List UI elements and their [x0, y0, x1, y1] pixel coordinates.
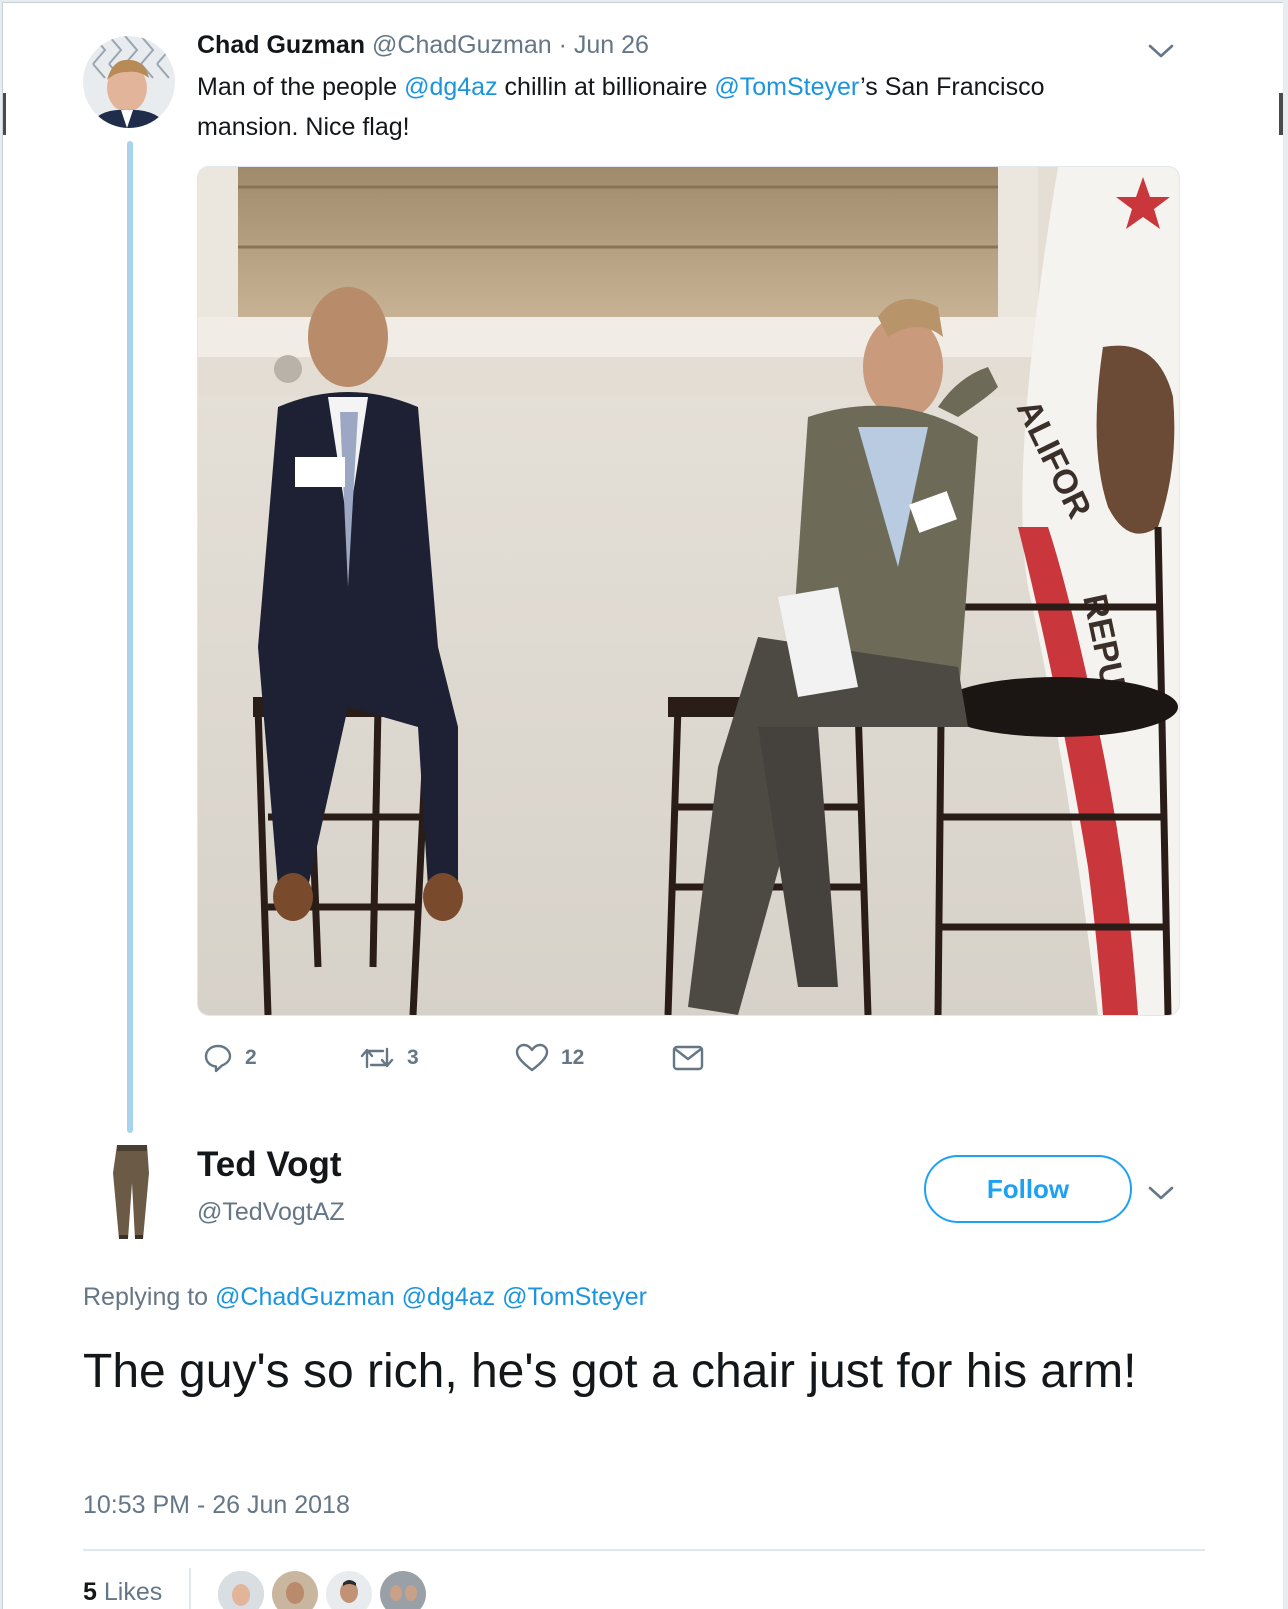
replying-mention-dg4az[interactable]: @dg4az: [402, 1283, 496, 1311]
tweet-text-part: ’s San Francisco: [860, 73, 1045, 101]
tweet-photo[interactable]: ALIFOR REPU: [197, 166, 1180, 1016]
chad-avatar[interactable]: [83, 36, 175, 128]
reply-count: 2: [245, 1046, 257, 1069]
reply-timestamp[interactable]: 10:53 PM - 26 Jun 2018: [83, 1491, 350, 1520]
like-count: 12: [561, 1046, 585, 1069]
like-icon: [515, 1043, 549, 1072]
follow-button[interactable]: Follow: [924, 1155, 1132, 1223]
direct-message-action[interactable]: [671, 1043, 705, 1073]
tweet-text: Man of the people @dg4az chillin at bill…: [197, 67, 1157, 147]
chevron-down-icon[interactable]: [1146, 1183, 1176, 1203]
likes-stat[interactable]: 5 Likes: [83, 1578, 162, 1607]
retweet-action[interactable]: 3: [359, 1043, 419, 1073]
retweet-count: 3: [407, 1046, 419, 1069]
author-name[interactable]: Chad Guzman: [197, 31, 365, 59]
like-action[interactable]: 12: [515, 1043, 584, 1073]
likes-label: Likes: [103, 1578, 163, 1606]
mention-dg4az[interactable]: @dg4az: [404, 73, 498, 101]
tweet-text-part: Man of the people: [197, 73, 405, 101]
dm-icon: [672, 1045, 704, 1071]
thread-connector-line: [127, 141, 133, 1133]
right-edge-mark: [1279, 93, 1283, 135]
reply-text: The guy's so rich, he's got a chair just…: [83, 1345, 1137, 1398]
retweet-icon: [360, 1047, 394, 1069]
replying-mention-chadguzman[interactable]: @ChadGuzman: [215, 1283, 395, 1311]
reply-action[interactable]: 2: [203, 1043, 257, 1073]
reply-author-handle[interactable]: @TedVogtAZ: [197, 1198, 345, 1227]
chevron-down-icon[interactable]: [1146, 41, 1176, 61]
reply-icon: [204, 1044, 232, 1073]
tweet-header: Chad Guzman @ChadGuzman · Jun 26: [197, 31, 649, 60]
mention-tomsteyer[interactable]: @TomSteyer: [714, 73, 860, 101]
tweet-date[interactable]: · Jun 26: [559, 31, 649, 59]
likes-count: 5: [83, 1578, 97, 1606]
liker-avatar[interactable]: [377, 1568, 429, 1609]
author-handle[interactable]: @ChadGuzman: [372, 31, 552, 59]
liker-avatar[interactable]: [269, 1568, 321, 1609]
replying-to-line: Replying to @ChadGuzman @dg4az @TomSteye…: [83, 1283, 647, 1312]
stat-divider: [189, 1568, 191, 1609]
ted-avatar[interactable]: [107, 1143, 155, 1241]
tweet-text-part: mansion. Nice flag!: [197, 113, 410, 141]
liker-avatar[interactable]: [215, 1568, 267, 1609]
conversation-card: Chad Guzman @ChadGuzman · Jun 26 Man of …: [2, 2, 1283, 1609]
replying-mention-tomsteyer[interactable]: @TomSteyer: [502, 1283, 647, 1311]
replying-prefix: Replying to: [83, 1283, 216, 1311]
tweet-text-part: chillin at billionaire: [497, 73, 715, 101]
reply-author-name[interactable]: Ted Vogt: [197, 1145, 342, 1185]
divider: [83, 1549, 1205, 1551]
liker-avatar[interactable]: [323, 1568, 375, 1609]
left-edge-mark: [3, 93, 6, 135]
